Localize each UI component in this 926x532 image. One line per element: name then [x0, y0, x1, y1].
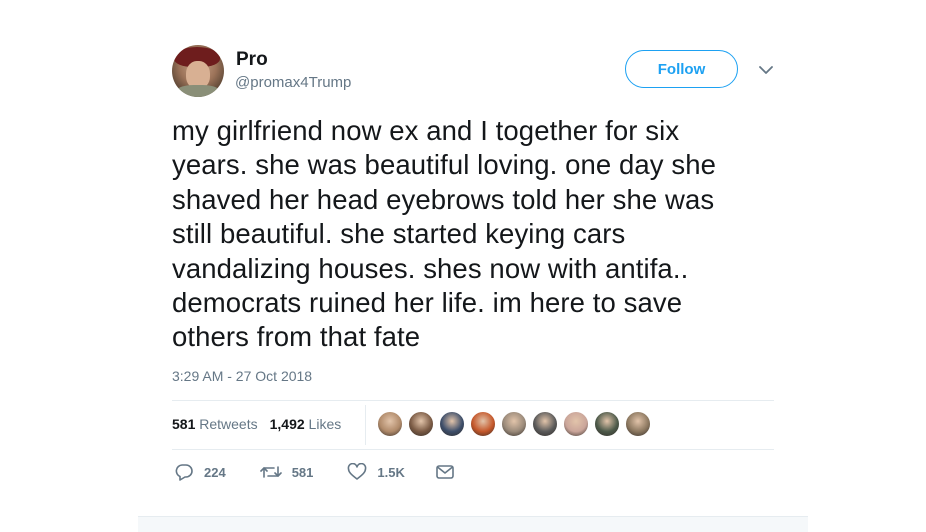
- tweet-text: my girlfriend now ex and I together for …: [172, 115, 717, 353]
- liker-avatar[interactable]: [377, 411, 403, 437]
- reply-area: [138, 516, 808, 532]
- heart-icon: [348, 463, 367, 480]
- liker-avatar[interactable]: [594, 411, 620, 437]
- liker-avatar[interactable]: [408, 411, 434, 437]
- liker-avatar[interactable]: [563, 411, 589, 437]
- retweets-label: Retweets: [199, 416, 258, 432]
- tweet-timestamp[interactable]: 3:29 AM - 27 Oct 2018: [172, 368, 312, 384]
- retweet-count: 581: [291, 464, 314, 480]
- retweet-button[interactable]: 581: [259, 463, 314, 481]
- user-handle[interactable]: @promax4Trump: [235, 74, 351, 91]
- reply-count: 224: [204, 464, 226, 480]
- avatar[interactable]: [172, 45, 224, 97]
- retweet-icon: [259, 466, 282, 478]
- envelope-icon: [436, 465, 454, 479]
- tweet-actions: 224 581 1.5K: [174, 463, 455, 481]
- liker-avatar[interactable]: [625, 411, 651, 437]
- liker-avatar[interactable]: [501, 411, 527, 437]
- retweets-count: 581: [172, 416, 196, 432]
- avatar-shirt: [176, 85, 220, 97]
- tweet-stats: 581 Retweets 1,492 Likes: [172, 416, 341, 432]
- retweets-stat[interactable]: 581 Retweets: [172, 416, 258, 432]
- follow-button[interactable]: Follow: [625, 50, 738, 88]
- tweet-card: Pro @promax4Trump Follow my girlfriend n…: [0, 0, 926, 532]
- like-button[interactable]: 1.5K: [347, 463, 405, 481]
- divider: [172, 449, 774, 450]
- likes-count: 1,492: [269, 416, 305, 432]
- reply-icon: [175, 464, 193, 481]
- reply-button[interactable]: 224: [174, 463, 226, 481]
- liker-avatar[interactable]: [470, 411, 496, 437]
- user-name[interactable]: Pro: [236, 49, 268, 71]
- likes-stat[interactable]: 1,492 Likes: [270, 416, 342, 432]
- divider: [365, 405, 366, 445]
- liker-avatars: [377, 411, 651, 437]
- liker-avatar[interactable]: [532, 411, 558, 437]
- likes-label: Likes: [308, 416, 342, 432]
- like-count: 1.5K: [377, 464, 405, 480]
- chevron-down-icon[interactable]: [758, 63, 774, 77]
- divider: [172, 400, 774, 401]
- message-button[interactable]: [435, 463, 455, 481]
- liker-avatar[interactable]: [439, 411, 465, 437]
